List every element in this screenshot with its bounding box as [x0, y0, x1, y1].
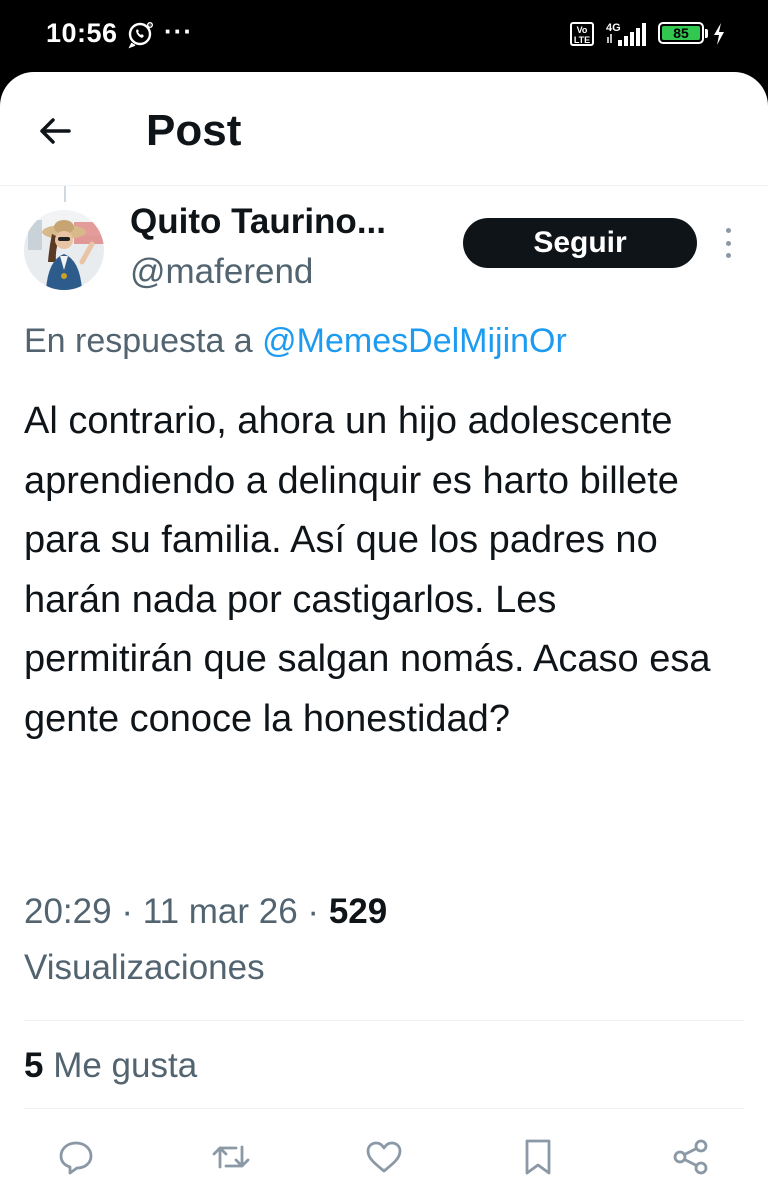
- back-button[interactable]: [32, 108, 78, 154]
- post-date: 11 mar 26: [142, 892, 298, 931]
- signal-icon: 4G: [606, 22, 646, 46]
- post-meta: 20:29 · 11 mar 26 · 529: [24, 892, 387, 932]
- author-handle[interactable]: @maferend: [130, 252, 313, 292]
- meta-separator: ·: [111, 892, 143, 931]
- divider: [24, 1108, 744, 1109]
- more-dot: [725, 228, 731, 233]
- header-divider: [0, 185, 768, 186]
- likes-summary[interactable]: 5 Me gusta: [24, 1046, 197, 1086]
- follow-button[interactable]: Seguir: [463, 218, 697, 268]
- likes-count: 5: [24, 1046, 44, 1085]
- page-title: Post: [146, 106, 242, 155]
- battery-level: 85: [662, 26, 700, 40]
- reply-context: En respuesta a @MemesDelMijinOr: [24, 322, 567, 361]
- reply-handle-link[interactable]: @MemesDelMijinOr: [262, 322, 567, 360]
- post-text: Al contrario, ahora un hijo adolescente …: [24, 400, 711, 740]
- network-type: 4G: [606, 22, 621, 34]
- post-time: 20:29: [24, 892, 112, 931]
- battery-cap: [705, 29, 708, 38]
- reply-button[interactable]: [55, 1136, 97, 1178]
- more-dot: [725, 253, 731, 258]
- bookmark-button[interactable]: [517, 1136, 559, 1178]
- likes-label: Me gusta: [53, 1046, 198, 1085]
- status-time: 10:56: [46, 18, 118, 48]
- bookmark-icon: [525, 1139, 551, 1175]
- views-label: Visualizaciones: [24, 948, 265, 987]
- header: Post: [0, 72, 768, 186]
- divider: [24, 1020, 744, 1021]
- author-name[interactable]: Quito Taurino...: [130, 202, 386, 242]
- avatar[interactable]: [24, 210, 104, 290]
- share-icon: [673, 1139, 708, 1175]
- meta-separator: ·: [297, 892, 329, 931]
- avatar-image: [24, 210, 104, 290]
- charging-icon: [714, 23, 724, 45]
- post-screen: Post Quito Taurino... @maferend Seguir E…: [0, 72, 768, 1200]
- reply-prefix: En respuesta a: [24, 322, 253, 360]
- repost-icon: [212, 1145, 250, 1169]
- status-bar: 10:56 ··· Vo LTE 4G 85: [0, 0, 768, 72]
- reply-icon: [59, 1141, 93, 1175]
- status-more-indicator: ···: [164, 16, 193, 46]
- action-bar: [0, 1132, 768, 1182]
- volte-icon: Vo LTE: [570, 22, 594, 46]
- views-count: 529: [328, 892, 388, 931]
- thread-line: [64, 186, 66, 202]
- battery-icon: 85: [658, 22, 704, 44]
- whatsapp-icon: [128, 22, 153, 49]
- share-button[interactable]: [670, 1136, 712, 1178]
- repost-button[interactable]: [210, 1136, 252, 1178]
- like-button[interactable]: [363, 1136, 405, 1178]
- arrow-left-icon: [40, 118, 71, 144]
- like-icon: [366, 1141, 402, 1173]
- more-options-button[interactable]: [716, 228, 740, 258]
- more-dot: [725, 240, 731, 246]
